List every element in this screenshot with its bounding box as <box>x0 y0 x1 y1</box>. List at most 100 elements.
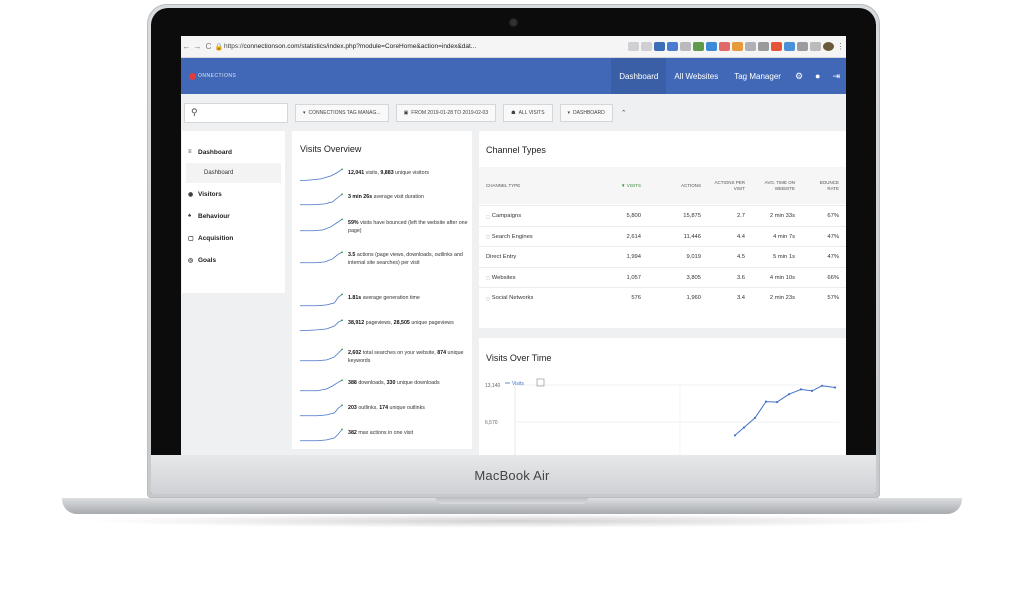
extension-icon[interactable] <box>745 42 756 51</box>
sidebar-subitem-dashboard[interactable]: Dashboard <box>186 163 281 183</box>
overview-row: 3 min 26s average visit duration <box>300 193 470 209</box>
logo-mark-icon <box>189 72 196 80</box>
metric-text: downloads, <box>356 380 387 386</box>
nav-dashboard[interactable]: Dashboard <box>611 58 667 94</box>
column-header[interactable]: CHANNEL TYPE <box>486 167 520 204</box>
extension-icon[interactable] <box>654 42 665 51</box>
column-header[interactable]: ▼ VISITS <box>601 167 641 204</box>
visits-over-time-chart: 13,140 6,570 Visits <box>485 378 839 455</box>
data-point[interactable] <box>775 401 779 404</box>
data-point[interactable] <box>764 400 768 403</box>
metric-cell: 66% <box>809 268 839 288</box>
legend-label[interactable]: Visits <box>512 381 524 387</box>
sidebar-item-visitors[interactable]: ◉ Visitors <box>182 183 285 205</box>
extension-icon[interactable] <box>719 42 730 51</box>
data-point[interactable] <box>833 386 837 389</box>
extension-icon[interactable] <box>732 42 743 51</box>
address-bar[interactable]: https://connectionson.com/statistics/ind… <box>224 43 627 50</box>
star-icon[interactable] <box>641 42 652 51</box>
sparkline[interactable] <box>300 292 344 310</box>
logo[interactable]: ONNECTIONS <box>189 72 236 80</box>
channel-name-cell: ▢ Social Networks <box>486 288 596 308</box>
gear-icon[interactable]: ⚙ <box>789 71 809 82</box>
extension-icon[interactable] <box>706 42 717 51</box>
metric-cell: 3.4 <box>713 288 745 308</box>
column-header[interactable]: AVG. TIME ON WEBSITE <box>759 167 795 204</box>
date-range-selector[interactable]: ▣ FROM 2019-01-28 TO 2019-02-03 <box>395 104 497 122</box>
plot-area <box>515 385 839 455</box>
cell-text: 2 min 23s <box>769 295 795 301</box>
table-row[interactable]: Direct Entry 1,994 9,019 4.5 5 min 1s 47% <box>479 246 846 267</box>
extension-icon[interactable] <box>784 42 795 51</box>
sparkline[interactable] <box>300 317 344 335</box>
sparkline[interactable] <box>300 427 344 445</box>
data-point[interactable] <box>742 426 746 429</box>
overview-row: 382 max actions in one visit <box>300 427 470 445</box>
sparkline[interactable] <box>300 402 344 420</box>
sidebar-item-acquisition[interactable]: ▢ Acquisition <box>182 227 285 249</box>
back-button[interactable]: ← <box>181 42 192 51</box>
data-point[interactable] <box>753 416 757 419</box>
data-point[interactable] <box>810 389 814 392</box>
sparkline[interactable] <box>300 191 344 209</box>
extension-icon[interactable] <box>810 42 821 51</box>
sidebar-item-behaviour[interactable]: ♠ Behaviour <box>182 205 285 227</box>
expand-icon[interactable]: ▢ <box>486 275 490 280</box>
data-point[interactable] <box>733 434 737 437</box>
data-point[interactable] <box>799 388 803 391</box>
extension-icon[interactable] <box>693 42 704 51</box>
expand-icon[interactable]: ▢ <box>486 214 490 219</box>
camera-icon <box>509 18 518 27</box>
expand-icon[interactable]: ▢ <box>486 234 490 239</box>
cell-text: 47% <box>827 233 839 240</box>
extension-icon[interactable] <box>758 42 769 51</box>
profile-avatar[interactable] <box>823 42 834 51</box>
metric-cell: 47% <box>809 227 839 247</box>
sparkline[interactable] <box>300 347 344 365</box>
sparkline[interactable] <box>300 217 344 235</box>
more-menu-icon[interactable]: ⋮ <box>835 42 846 51</box>
device-brand: MacBook Air <box>474 468 550 483</box>
metric-text: outlinks, <box>356 405 380 411</box>
column-header[interactable]: BOUNCE RATE <box>809 167 839 204</box>
table-row[interactable]: ▢ Campaigns 5,800 15,875 2.7 2 min 33s 67% <box>479 205 846 226</box>
forward-button[interactable]: → <box>192 42 203 51</box>
collapse-icon[interactable]: ⌃ <box>621 109 627 117</box>
reload-button[interactable]: C <box>203 42 214 51</box>
metric-cell: 2.7 <box>713 206 745 226</box>
data-point[interactable] <box>820 384 824 387</box>
search-input[interactable]: ⚲ <box>184 103 288 123</box>
box-icon: ▢ <box>188 235 194 242</box>
segment-selector[interactable]: ☗ ALL VISITS <box>503 104 553 122</box>
container-selector[interactable]: ▾ CONNECTIONS TAG MANAG... <box>295 104 389 122</box>
sparkline[interactable] <box>300 377 344 395</box>
calendar-icon: ▣ <box>403 110 409 116</box>
expand-icon[interactable]: ▢ <box>486 296 490 301</box>
table-row[interactable]: ▢ Social Networks 576 1,960 3.4 2 min 23s 57% <box>479 287 846 308</box>
extension-icon[interactable] <box>680 42 691 51</box>
logout-icon[interactable]: ⇥ <box>826 71 846 82</box>
sparkline[interactable] <box>300 167 344 185</box>
cell-text: 4 min 7s <box>773 233 795 240</box>
sparkline[interactable] <box>300 249 344 267</box>
nav-all-websites[interactable]: All Websites <box>666 58 726 94</box>
help-icon[interactable]: ● <box>809 71 826 81</box>
sidebar-item-goals[interactable]: ◎ Goals <box>182 249 285 271</box>
table-row[interactable]: ▢ Websites 1,057 3,805 3.6 4 min 10s 66% <box>479 266 846 288</box>
overview-text: 382 max actions in one visit <box>348 429 413 445</box>
overview-row: 38,912 pageviews, 28,505 unique pageview… <box>300 319 470 335</box>
extension-icon[interactable] <box>667 42 678 51</box>
extension-icon[interactable] <box>797 42 808 51</box>
sidebar-item-label: Visitors <box>198 190 222 198</box>
nav-tag-manager[interactable]: Tag Manager <box>726 58 789 94</box>
data-point[interactable] <box>787 393 791 396</box>
dashboard-label: DASHBOARD <box>573 110 605 116</box>
column-header[interactable]: ACTIONS PER VISIT <box>713 167 745 204</box>
table-row[interactable]: ▢ Search Engines 2,614 11,446 4.4 4 min 7s 47… <box>479 225 846 247</box>
sidebar-item-dashboard[interactable]: ≡ Dashboard <box>182 141 285 163</box>
extension-icon[interactable] <box>771 42 782 51</box>
dashboard-selector[interactable]: ▾ DASHBOARD <box>559 104 613 122</box>
bell-icon: ♠ <box>188 213 192 219</box>
column-header[interactable]: ACTIONS <box>661 167 701 204</box>
search-icon[interactable] <box>628 42 639 51</box>
